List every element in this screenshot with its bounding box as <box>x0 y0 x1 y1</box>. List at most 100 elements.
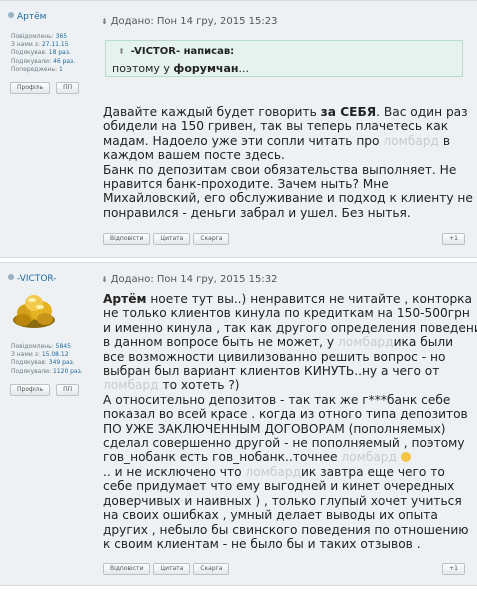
post-text: не только клиентов кинула по кредиткам н… <box>103 306 470 321</box>
post-line: других , небыло бы свинского поведения п… <box>103 523 477 537</box>
post-text: нравится банк-проходите. Зачем ныть? Мне <box>103 177 389 192</box>
post-line: каждом вашем посте здесь. <box>103 148 473 162</box>
censored-word: ломбард <box>337 335 394 350</box>
post-text: мадам. Надоело уже эти сопли читать про <box>103 133 384 148</box>
post-line: А относительно депозитов - так так же г*… <box>103 393 477 407</box>
quote-text: поэтому у форумчан... <box>112 62 250 75</box>
author-stat-row: Подякували: 46 раз. <box>11 58 75 66</box>
author-stats: Повідомлень: 365 З нами з: 27.11.15 Подяку… <box>11 33 75 74</box>
post-line: Михайловский, его обслуживание и подход … <box>103 191 473 205</box>
profile-button[interactable]: Профіль <box>10 82 51 94</box>
quote-link-icon[interactable]: ⇞ <box>118 47 125 56</box>
post-content: ⇟ Додано: Пон 14 гру, 2015 15:23 ⇞ -VICTOR… <box>101 1 473 257</box>
post-line: себе придумает что ему выгодней и кинет … <box>103 479 477 493</box>
post-link-icon[interactable]: ⇟ <box>101 275 108 284</box>
author-stat-label: Повідомлень: <box>11 33 56 40</box>
post-line: выбран был вариант клиентов КИНУТЬ..ну а… <box>103 364 477 378</box>
author-stat-row: Попереджень: 1 <box>11 66 75 74</box>
post-body: Давайте каждый будет говорить за СЕБЯ. В… <box>103 105 473 220</box>
post-line: Артём ноете тут вы..) ненравится не чита… <box>103 292 477 306</box>
author-stat-row: З нами з: 27.11.15 <box>11 41 75 49</box>
author-stat-value: 365 <box>55 33 68 40</box>
author-stat-label: Подякував: <box>11 49 49 57</box>
post-line: сделал совершенно другой - не пополняемы… <box>103 436 477 450</box>
post-text: себе придумает что ему выгодней и кинет … <box>103 479 455 494</box>
post-line: на своих ошибках , умный делает выводы и… <box>103 508 477 522</box>
post-line: доверчивых и наивных ) , только глупый х… <box>103 494 477 508</box>
avatar <box>13 295 55 328</box>
post-text: ноете тут вы..) ненравится не читайте , … <box>146 292 473 306</box>
post-text: ПО УЖЕ ЗАКЛЮЧЕННЫМ ДОГОВОРАМ (пополняемы… <box>103 421 446 436</box>
post-line: мадам. Надоело уже эти сопли читать про … <box>103 134 473 148</box>
quote-author: ⇞ -VICTOR- написав: <box>118 46 235 57</box>
post-text: выбран был вариант клиентов КИНУТЬ..ну а… <box>103 364 440 379</box>
post-text: к своим клиентам - не было бы и таких от… <box>103 536 421 551</box>
reply-button[interactable]: Відповісти <box>103 563 151 575</box>
post-1: Артём Повідомлень: 365 З нами з: 27.11.15… <box>0 0 477 258</box>
post-line: обидели на 150 гривен, так вы теперь пла… <box>103 119 473 133</box>
author-stat-value: 5845 <box>55 343 71 350</box>
post-text: .. и не исключено что <box>103 464 246 479</box>
post-text: . Вас один раз <box>376 105 468 119</box>
post-text: понравился - деньги забрал и ушел. Без н… <box>103 205 411 220</box>
author-name-link[interactable]: Артём <box>8 12 46 22</box>
smile-emoji-icon <box>400 452 411 463</box>
post-line: показал во всей красе . когда из отного … <box>103 407 477 421</box>
post-text: показал во всей красе . когда из отного … <box>103 407 468 422</box>
post-text: то хотеть ?) <box>158 378 240 393</box>
post-text: в данном вопросе быть не может, у <box>103 335 338 350</box>
author-stat-value: 18 раз. <box>48 49 71 57</box>
post-line: понравился - деньги забрал и ушел. Без н… <box>103 206 473 220</box>
profile-button[interactable]: Профіль <box>10 384 51 396</box>
censored-word: ломбард <box>341 450 397 465</box>
post-text: Банк по депозитам свои обязательства вып… <box>103 162 457 177</box>
post-line: все возможности цивилизованно решить воп… <box>103 350 477 364</box>
censored-word: ломбард <box>383 133 439 148</box>
post-text: ик завтра еще чего то <box>301 464 445 479</box>
post-line: гов_нобанк есть гов_нобанк..точнее ломба… <box>103 450 477 464</box>
user-status-icon <box>8 274 14 280</box>
author-stat-label: Подякували: <box>11 57 53 65</box>
plus-one-button[interactable]: +1 <box>442 563 465 575</box>
bold-text: за СЕБЯ <box>320 105 377 119</box>
author-panel: Артём Повідомлень: 365 З нами з: 27.11.15… <box>0 1 99 257</box>
report-button[interactable]: Скарга <box>193 233 230 245</box>
post-text: Давайте каждый будет говорить <box>103 105 321 119</box>
author-stat-label: Повідомлень: <box>11 343 56 350</box>
post-content: ⇟ Додано: Пон 14 гру, 2015 15:32 Артём но… <box>101 263 477 585</box>
plus-one-button[interactable]: +1 <box>442 233 465 245</box>
post-text: Михайловский, его обслуживание и подход … <box>103 191 473 206</box>
author-stat-value: 15.08.12 <box>41 351 69 359</box>
post-text: на своих ошибках , умный делает выводы и… <box>103 508 438 523</box>
post-line: не только клиентов кинула по кредиткам н… <box>103 306 477 320</box>
author-stat-label: З нами з: <box>11 351 42 359</box>
author-name-link[interactable]: -VICTOR- <box>8 274 57 284</box>
post-text: ика были <box>393 335 454 350</box>
post-line: и именно кинула , так как другого опреде… <box>103 321 477 335</box>
post-text: гов_нобанк есть гов_нобанк..точнее <box>103 450 342 465</box>
post-text: все возможности цивилизованно решить воп… <box>103 349 446 364</box>
private-message-button[interactable]: ПП <box>56 384 80 396</box>
post-text: каждом вашем посте здесь. <box>103 148 285 163</box>
post-link-icon[interactable]: ⇟ <box>101 17 108 26</box>
post-text: А относительно депозитов - так так же г*… <box>103 392 451 407</box>
quote-button[interactable]: Цитата <box>153 233 191 245</box>
author-stat-row: Повідомлень: 5845 <box>11 343 83 351</box>
censored-word: ломбард <box>245 464 302 479</box>
reply-button[interactable]: Відповісти <box>103 233 151 245</box>
censored-word: ломбард <box>103 378 159 393</box>
author-stat-row: Подякував: 18 раз. <box>11 49 75 57</box>
bold-text: Артём <box>103 292 147 306</box>
post-date: ⇟ Додано: Пон 14 гру, 2015 15:32 <box>101 274 278 285</box>
post-line: .. и не исключено что ломбардик завтра е… <box>103 465 477 479</box>
post-line: к своим клиентам - не было бы и таких от… <box>103 537 477 551</box>
post-text: обидели на 150 гривен, так вы теперь пла… <box>103 119 449 134</box>
post-text: доверчивых и наивных ) , только глупый х… <box>103 493 462 508</box>
quote-button[interactable]: Цитата <box>153 563 191 575</box>
report-button[interactable]: Скарга <box>193 563 230 575</box>
private-message-button[interactable]: ПП <box>56 82 80 94</box>
post-line: в данном вопросе быть не может, у ломбар… <box>103 335 477 349</box>
author-stat-value: 46 раз. <box>53 57 76 65</box>
post-line: ПО УЖЕ ЗАКЛЮЧЕННЫМ ДОГОВОРАМ (пополняемы… <box>103 422 477 436</box>
post-text: и именно кинула , так как другого опреде… <box>103 320 477 335</box>
